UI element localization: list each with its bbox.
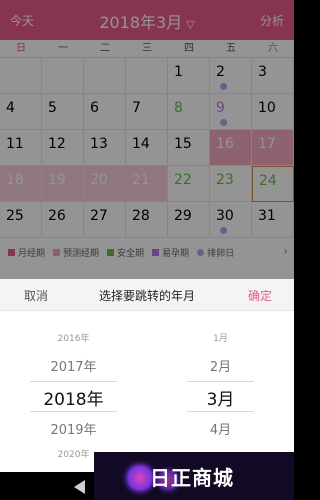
year-option[interactable]: 2019年 [0, 419, 147, 438]
selection-line [30, 381, 117, 382]
year-wheel[interactable]: 2016年 2017年 2018年 2019年 2020年 [0, 311, 147, 471]
back-triangle-icon[interactable] [74, 480, 85, 494]
month-option[interactable]: 1月 [147, 331, 294, 344]
picker-header: 取消 选择要跳转的年月 确定 [0, 279, 294, 311]
watermark: 日正商城 [94, 452, 294, 500]
confirm-button[interactable]: 确定 [248, 287, 272, 304]
month-wheel[interactable]: 1月 2月 3月 4月 [147, 311, 294, 471]
year-option-selected[interactable]: 2018年 [0, 385, 147, 410]
selection-line [187, 381, 254, 382]
selection-line [30, 411, 117, 412]
app-screen: 今天 2018年3月 ▽ 分析 日 一 二 三 四 五 六 1 2 3 4 5 6… [0, 0, 294, 500]
year-option[interactable]: 2016年 [0, 331, 147, 344]
month-option[interactable]: 2月 [147, 356, 294, 375]
year-option[interactable]: 2017年 [0, 356, 147, 375]
month-option[interactable]: 4月 [147, 419, 294, 438]
modal-overlay[interactable] [0, 0, 294, 279]
month-option-selected[interactable]: 3月 [147, 385, 294, 410]
watermark-text: 日正商城 [150, 466, 234, 490]
selection-line [187, 411, 254, 412]
